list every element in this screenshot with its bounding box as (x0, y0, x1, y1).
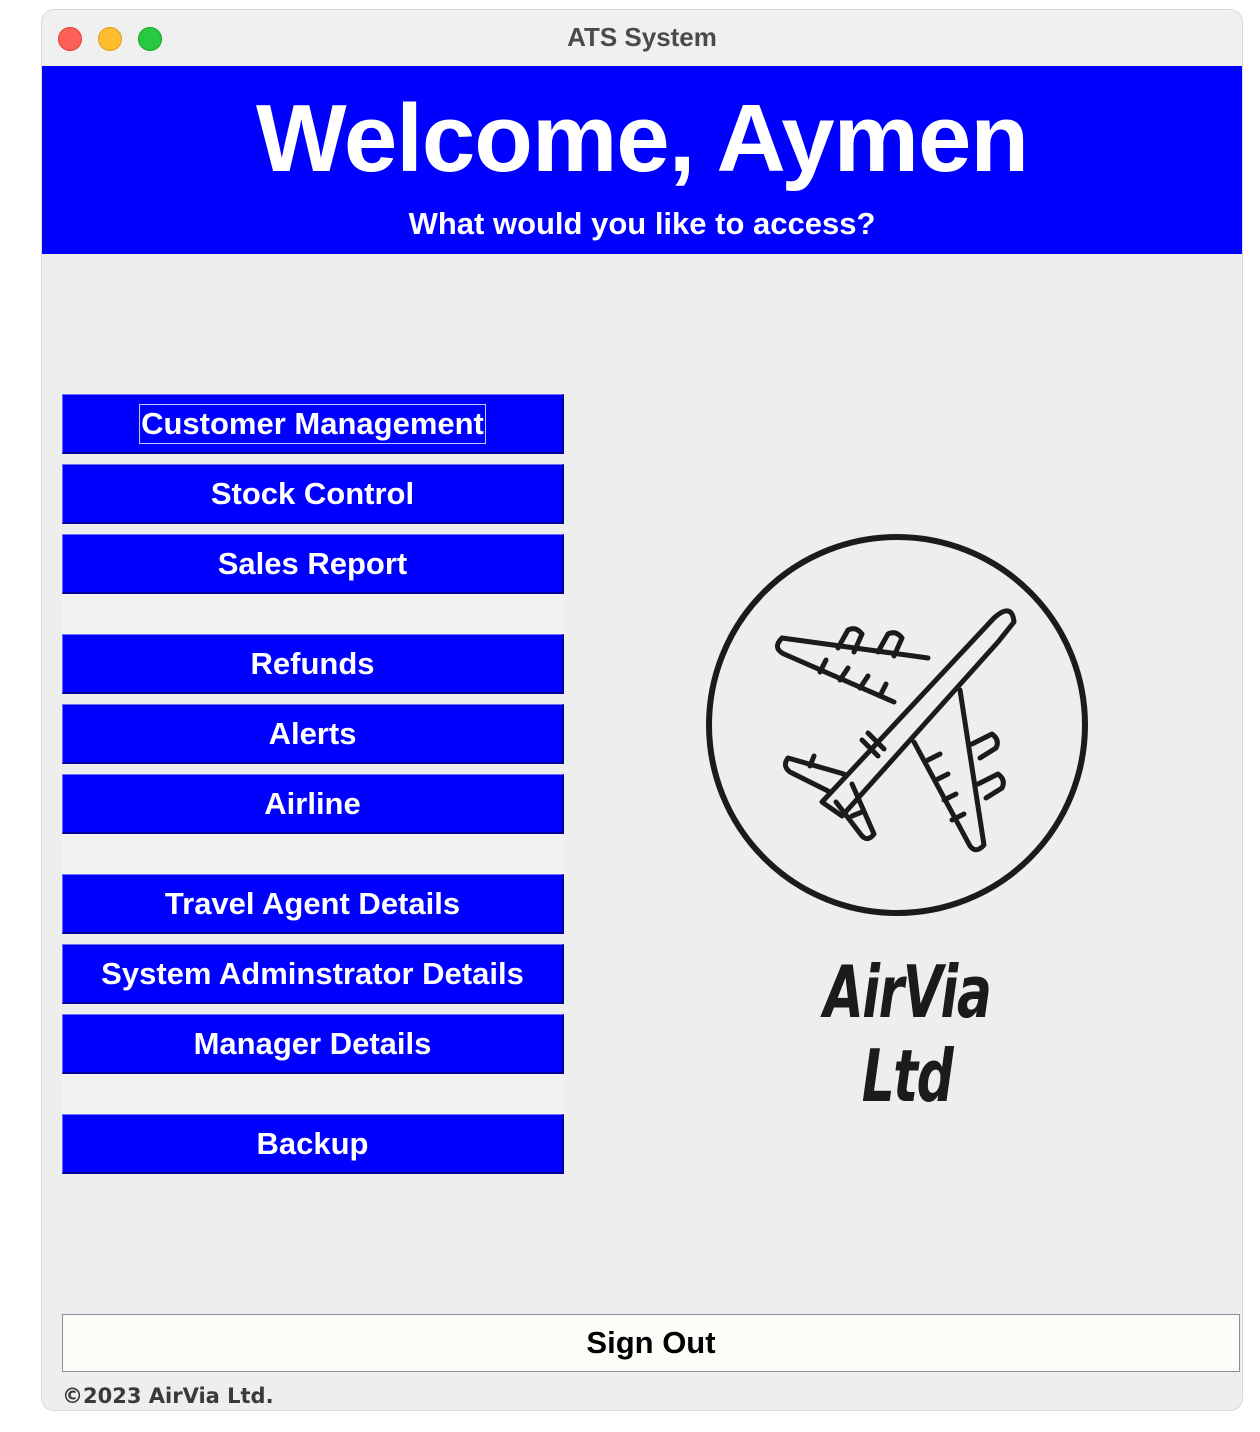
customer-management-button[interactable]: Customer Management (62, 394, 564, 454)
sign-out-button[interactable]: Sign Out (62, 1314, 1240, 1372)
app-window: ATS System Welcome, Aymen What would you… (42, 10, 1242, 1410)
copyright-footer: ©2023 AirVia Ltd. (62, 1384, 274, 1408)
airline-button[interactable]: Airline (62, 774, 564, 834)
travel-agent-details-button[interactable]: Travel Agent Details (62, 874, 564, 934)
title-bar: ATS System (42, 10, 1242, 66)
welcome-subtitle: What would you like to access? (408, 206, 876, 241)
brand-logo-text: AirVia Ltd (823, 950, 992, 1118)
sales-report-button[interactable]: Sales Report (62, 534, 564, 594)
stock-control-button[interactable]: Stock Control (62, 464, 564, 524)
system-administrator-details-button[interactable]: System Adminstrator Details (62, 944, 564, 1004)
focus-ring: Customer Management (139, 403, 486, 444)
welcome-header: Welcome, Aymen What would you like to ac… (42, 66, 1242, 254)
menu-separator (62, 1074, 564, 1114)
alerts-button[interactable]: Alerts (62, 704, 564, 764)
refunds-button[interactable]: Refunds (62, 634, 564, 694)
menu-separator (62, 594, 564, 634)
manager-details-button[interactable]: Manager Details (62, 1014, 564, 1074)
button-label: Customer Management (141, 405, 484, 441)
menu-separator (62, 834, 564, 874)
welcome-title: Welcome, Aymen (255, 85, 1029, 192)
backup-button[interactable]: Backup (62, 1114, 564, 1174)
airplane-icon (706, 534, 1088, 916)
window-title: ATS System (567, 22, 717, 52)
